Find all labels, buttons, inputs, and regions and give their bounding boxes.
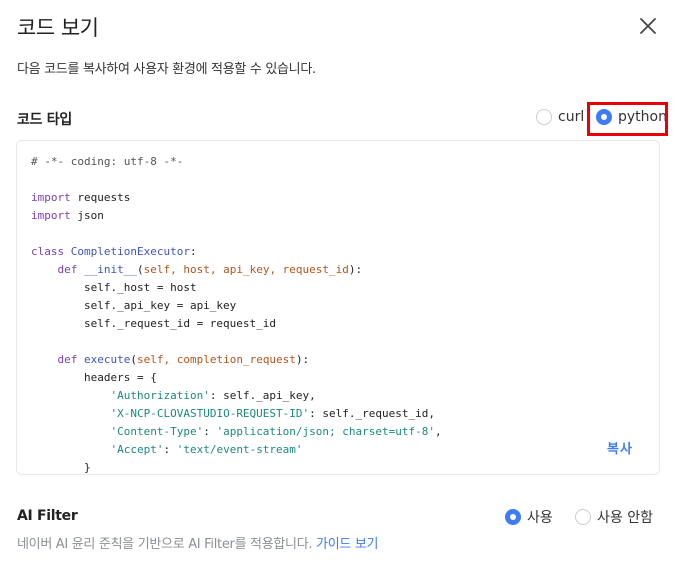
- code-token: :: [163, 443, 177, 456]
- copy-button[interactable]: 복사: [607, 438, 633, 457]
- code-token: ):: [295, 353, 310, 366]
- ai-filter-description: 네이버 AI 윤리 준칙을 기반으로 AI Filter를 적용합니다. 가이드…: [17, 533, 378, 552]
- code-token: ):: [348, 263, 363, 276]
- code-token: (: [136, 263, 144, 276]
- radio-curl-label: curl: [558, 109, 585, 125]
- code-line: headers = {: [31, 369, 442, 387]
- code-token: def: [57, 263, 78, 276]
- code-line: # -*- coding: utf-8 -*-: [31, 153, 442, 171]
- code-token: import: [31, 209, 71, 222]
- code-token: # -*- coding: utf-8 -*-: [31, 155, 184, 168]
- radio-no-use[interactable]: [575, 509, 591, 525]
- code-line: self._api_key = api_key: [31, 297, 442, 315]
- code-token: : self._request_id,: [309, 407, 436, 420]
- code-token: 'X-NCP-CLOVASTUDIO-REQUEST-ID': [110, 407, 310, 420]
- ai-filter-description-text: 네이버 AI 윤리 준칙을 기반으로 AI Filter를 적용합니다.: [17, 537, 313, 552]
- code-line: self._host = host: [31, 279, 442, 297]
- code-token: import: [31, 191, 71, 204]
- code-token: class: [31, 245, 65, 258]
- code-line: 'Accept': 'text/event-stream': [31, 441, 442, 459]
- code-line: import requests: [31, 189, 442, 207]
- code-token: 'Authorization': [110, 389, 210, 402]
- code-token: json: [70, 209, 104, 222]
- code-token: def: [57, 353, 78, 366]
- code-token: headers = {: [31, 371, 157, 384]
- code-token: :: [203, 425, 217, 438]
- code-token: self._request_id = request_id: [31, 317, 277, 330]
- radio-curl[interactable]: [536, 109, 552, 125]
- radio-option-python[interactable]: python: [596, 109, 667, 125]
- dialog-title: 코드 보기: [17, 16, 99, 40]
- ai-filter-label: AI Filter: [17, 508, 78, 524]
- code-block[interactable]: # -*- coding: utf-8 -*- import requests im…: [16, 140, 660, 475]
- code-token: }: [31, 461, 91, 474]
- dialog-description: 다음 코드를 복사하여 사용자 환경에 적용할 수 있습니다.: [17, 62, 316, 77]
- code-type-label: 코드 타입: [17, 112, 72, 128]
- code-token: 'text/event-stream': [176, 443, 303, 456]
- radio-no-use-label: 사용 안함: [597, 510, 653, 526]
- code-line: def __init__(self, host, api_key, reques…: [31, 261, 442, 279]
- code-line: 'Authorization': self._api_key,: [31, 387, 442, 405]
- radio-use-label: 사용: [527, 510, 553, 526]
- code-token: self._host = host: [31, 281, 197, 294]
- code-token: __init__: [77, 263, 137, 276]
- radio-python-label: python: [618, 109, 667, 125]
- code-token: execute: [77, 353, 131, 366]
- code-token: self, completion_request: [136, 353, 296, 366]
- code-token: self, host, api_key, request_id: [143, 263, 349, 276]
- code-token: 'Accept': [110, 443, 164, 456]
- code-line: class CompletionExecutor:: [31, 243, 442, 261]
- code-line: 'Content-Type': 'application/json; chars…: [31, 423, 442, 441]
- guide-link[interactable]: 가이드 보기: [316, 537, 378, 552]
- code-token: : self._api_key,: [209, 389, 316, 402]
- code-token: 'Content-Type': [110, 425, 204, 438]
- radio-use[interactable]: [505, 509, 521, 525]
- code-line: import json: [31, 207, 442, 225]
- radio-python[interactable]: [596, 109, 612, 125]
- code-token: CompletionExecutor: [64, 245, 190, 258]
- code-token: ,: [435, 425, 442, 438]
- code-line: def execute(self, completion_request):: [31, 351, 442, 369]
- radio-option-use[interactable]: 사용: [505, 507, 553, 527]
- code-content: # -*- coding: utf-8 -*- import requests im…: [31, 153, 442, 474]
- close-icon[interactable]: [636, 14, 660, 38]
- code-token: 'application/json; charset=utf-8': [216, 425, 435, 438]
- radio-option-curl[interactable]: curl: [536, 109, 584, 125]
- code-line: self._request_id = request_id: [31, 315, 442, 333]
- code-token: self._api_key = api_key: [31, 299, 237, 312]
- code-token: requests: [70, 191, 131, 204]
- radio-option-no-use[interactable]: 사용 안함: [575, 507, 653, 527]
- code-token: (: [130, 353, 137, 366]
- code-line: 'X-NCP-CLOVASTUDIO-REQUEST-ID': self._re…: [31, 405, 442, 423]
- code-token: :: [189, 245, 197, 258]
- code-line: }: [31, 459, 442, 474]
